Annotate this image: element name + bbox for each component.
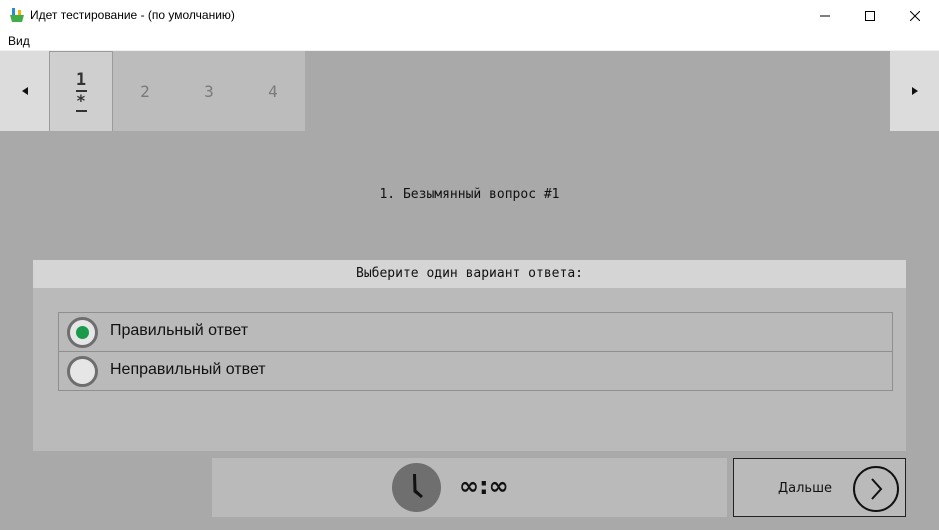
triangle-left-icon [21, 87, 28, 95]
answer-panel-header: Выберите один вариант ответа: [33, 260, 906, 288]
triangle-right-icon [911, 87, 918, 95]
minimize-icon [820, 15, 830, 16]
tab-question-3[interactable]: 3 [177, 51, 241, 131]
tab-next-button[interactable] [890, 51, 939, 131]
answer-option[interactable]: Неправильный ответ [59, 352, 892, 391]
answer-option[interactable]: Правильный ответ [59, 313, 892, 352]
tab-question-2[interactable]: 2 [113, 51, 177, 131]
timer-panel: ∞:∞ [212, 458, 727, 517]
tab-unanswered-marker: * [75, 90, 87, 112]
menu-item-view[interactable]: Вид [8, 34, 30, 48]
radio-button-selected[interactable] [67, 317, 98, 348]
radio-button[interactable] [67, 356, 98, 387]
clock-icon [392, 463, 441, 512]
question-tabs: 1 * 2 3 4 [49, 51, 305, 131]
close-button[interactable] [892, 0, 938, 31]
maximize-icon [865, 10, 875, 21]
tab-number: 3 [204, 81, 214, 101]
next-button[interactable]: Дальше [733, 458, 906, 517]
main-area: 1 * 2 3 4 1. Безымянный вопрос #1 Выбери… [0, 51, 939, 530]
tab-question-4[interactable]: 4 [241, 51, 305, 131]
tab-number: 4 [268, 81, 278, 101]
tab-number: 1 [75, 70, 87, 90]
maximize-button[interactable] [847, 0, 893, 31]
app-icon [10, 8, 24, 22]
timer-value: ∞:∞ [459, 472, 509, 500]
chevron-right-circle-icon [853, 466, 899, 512]
tab-number: 2 [140, 81, 150, 101]
close-icon [910, 10, 920, 21]
question-title: 1. Безымянный вопрос #1 [379, 187, 560, 202]
next-button-label: Дальше [778, 481, 832, 496]
title-bar: Идет тестирование - (по умолчанию) [0, 0, 939, 31]
answer-label: Правильный ответ [110, 322, 249, 339]
window-title: Идет тестирование - (по умолчанию) [30, 8, 235, 22]
menu-bar: Вид [0, 31, 939, 51]
answer-label: Неправильный ответ [110, 361, 266, 378]
radio-dot [76, 326, 89, 339]
tab-question-1[interactable]: 1 * [49, 51, 113, 131]
tab-prev-button[interactable] [0, 51, 49, 131]
answer-options: Правильный ответ Неправильный ответ [58, 312, 893, 391]
answer-panel: Выберите один вариант ответа: Правильный… [33, 260, 906, 451]
minimize-button[interactable] [802, 0, 848, 31]
